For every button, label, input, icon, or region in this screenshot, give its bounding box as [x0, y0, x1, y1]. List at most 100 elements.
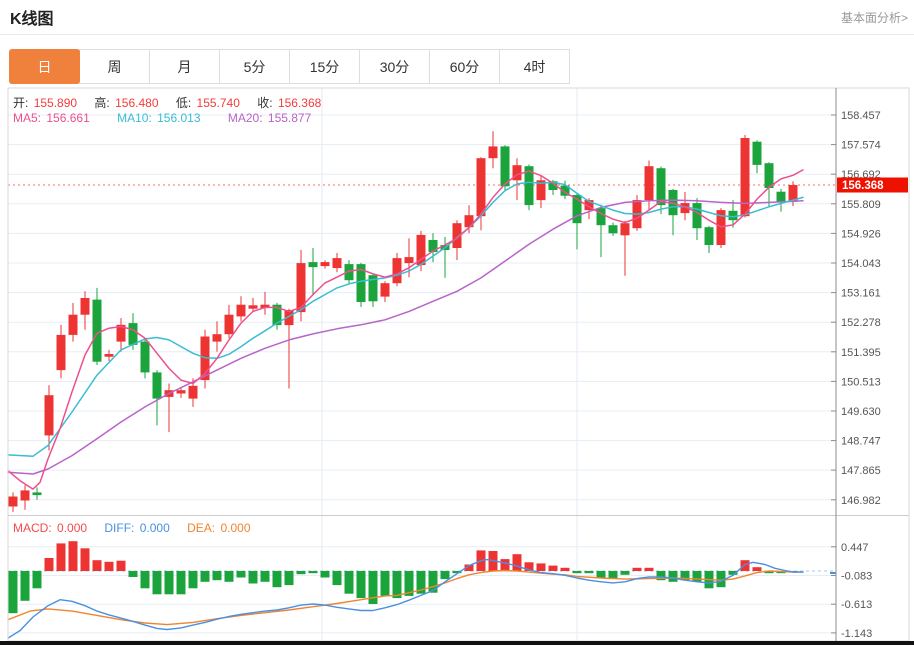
macd-label: MACD:	[13, 521, 52, 535]
open-value: 155.890	[33, 96, 78, 110]
ma20-label: MA20:	[227, 111, 263, 125]
candle-body	[188, 385, 198, 399]
ma10-line	[7, 181, 804, 457]
macd-tick-label: 0.447	[841, 542, 869, 554]
candle-body	[212, 334, 222, 342]
ma10-value: 156.013	[157, 111, 201, 125]
macd-bar	[272, 571, 282, 588]
macd-bar	[380, 571, 390, 596]
macd-tick-label: -0.613	[841, 599, 872, 611]
candle-body	[728, 210, 738, 221]
high-value: 156.480	[115, 96, 159, 110]
macd-bar	[68, 541, 78, 571]
candle-body	[56, 334, 66, 371]
macd-bar	[740, 560, 750, 571]
dea-label: DEA:	[187, 521, 216, 535]
tab-日[interactable]: 日	[9, 49, 80, 84]
kline-page: K线图 基本面分析> 日周月 5分 15分 30分 60分 4时 158.457 157.5…	[0, 0, 914, 646]
candle-body	[608, 225, 618, 234]
low-label: 低:	[175, 96, 192, 110]
macd-bar	[116, 560, 126, 571]
candle-body	[704, 227, 714, 245]
diff-value: 0.000	[139, 521, 170, 535]
price-tick-label: 153.161	[841, 288, 881, 300]
macd-bar	[224, 571, 234, 582]
macd-bar	[500, 559, 510, 571]
macd-row: MACD: 0.000 DIFF: 0.000 DEA: 0.000	[13, 521, 253, 535]
candle-body	[20, 490, 30, 501]
macd-bar	[32, 571, 42, 589]
macd-bar	[140, 571, 150, 589]
macd-bar	[332, 571, 342, 586]
macd-tick-label: -1.143	[841, 628, 872, 640]
ma-row: MA5: 156.661 MA10: 156.013 MA20: 155.877	[13, 111, 313, 125]
candle-body	[740, 138, 750, 217]
high-label: 高:	[94, 96, 110, 110]
macd-bar	[548, 565, 558, 571]
candle-body	[320, 262, 330, 267]
candle-body	[236, 304, 246, 317]
macd-bar	[152, 571, 162, 595]
macd-bar	[668, 571, 678, 582]
price-tick-label: 157.574	[841, 140, 881, 152]
macd-bar	[128, 571, 138, 577]
candle-body	[500, 146, 510, 187]
macd-bar	[608, 571, 618, 578]
macd-bar	[692, 571, 702, 582]
current-price-badge-label: 156.368	[842, 180, 884, 192]
macd-bar	[80, 548, 90, 571]
candle-body	[128, 323, 138, 345]
price-tick-label: 149.630	[841, 406, 881, 418]
macd-bar	[440, 571, 450, 580]
macd-bar	[428, 571, 438, 593]
close-label: 收:	[257, 96, 273, 110]
macd-bar	[584, 571, 594, 574]
diff-label: DIFF:	[104, 521, 135, 535]
macd-bar	[200, 571, 210, 582]
macd-bar	[176, 571, 186, 595]
dea-value: 0.000	[220, 521, 251, 535]
candle-body	[752, 141, 762, 165]
price-tick-label: 148.747	[841, 436, 881, 448]
macd-bar	[104, 561, 114, 571]
ohlc-row: 开: 155.890 高: 156.480 低: 155.740 收: 156.…	[13, 94, 323, 111]
open-label: 开:	[13, 96, 29, 110]
macd-bar	[752, 567, 762, 571]
macd-bar	[356, 571, 366, 599]
candle-body	[80, 298, 90, 315]
price-tick-label: 147.865	[841, 465, 881, 477]
macd-bar	[620, 571, 630, 575]
macd-bar	[320, 571, 330, 578]
macd-bar	[536, 563, 546, 571]
macd-bar	[368, 571, 378, 604]
macd-bar	[164, 571, 174, 595]
macd-bar	[560, 567, 570, 571]
candle-body	[44, 395, 54, 436]
price-tick-label: 154.043	[841, 258, 881, 270]
candle-body	[248, 305, 258, 309]
candle-body	[92, 299, 102, 362]
price-tick-label: 146.982	[841, 495, 881, 507]
macd-bar	[56, 543, 66, 571]
candle-body	[488, 146, 498, 159]
candle-body	[332, 258, 342, 269]
candle-body	[152, 372, 162, 399]
bottom-axis-bar	[0, 641, 914, 645]
price-tick-label: 155.809	[841, 199, 881, 211]
macd-bar	[20, 571, 30, 601]
price-tick-label: 150.513	[841, 376, 881, 388]
macd-bar	[296, 571, 306, 575]
ma20-line	[7, 199, 804, 475]
macd-bar	[248, 571, 258, 584]
candle-body	[308, 262, 318, 268]
ma5-line	[7, 169, 804, 490]
candle-body	[476, 158, 486, 217]
price-tick-label: 158.457	[841, 110, 881, 122]
candle-body	[68, 314, 78, 335]
candle-body	[104, 354, 114, 357]
candle-body	[692, 203, 702, 229]
close-value: 156.368	[277, 96, 322, 110]
macd-bar	[8, 571, 18, 614]
candle-body	[416, 234, 426, 266]
macd-bar	[512, 554, 522, 571]
